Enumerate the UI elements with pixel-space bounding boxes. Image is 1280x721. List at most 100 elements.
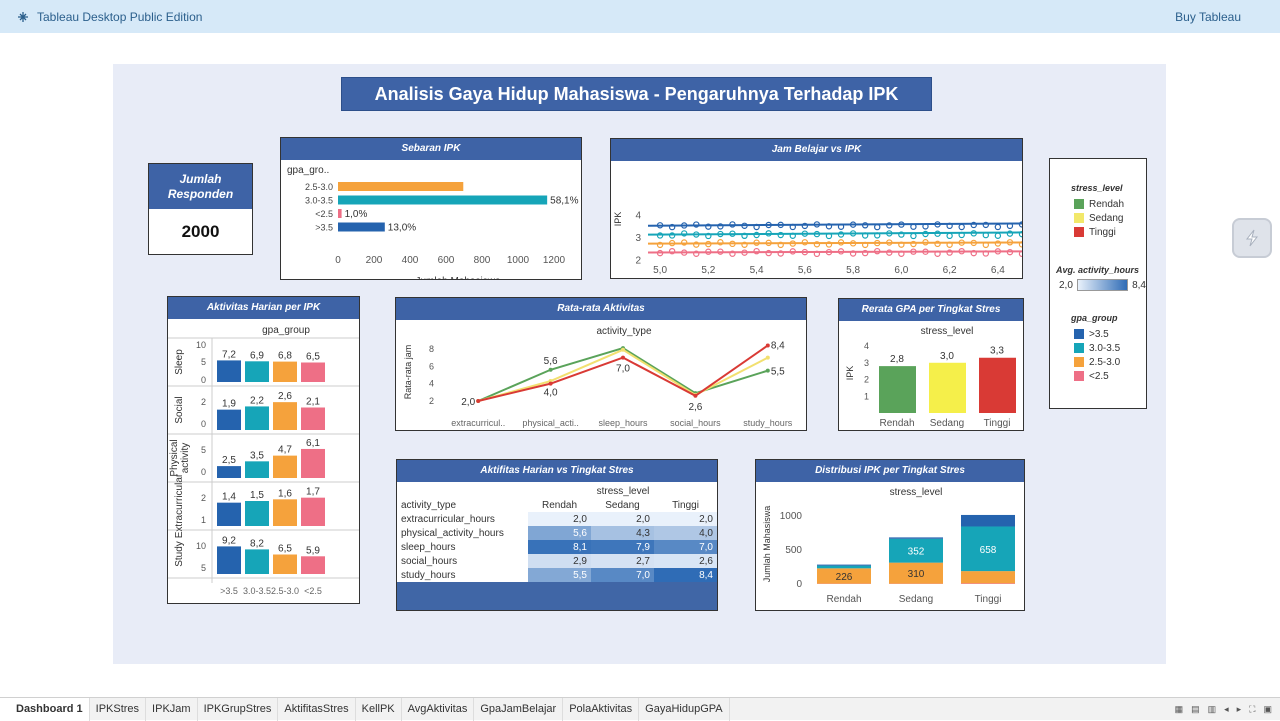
cell-value: 7,9: [636, 542, 650, 553]
filmstrip-icon[interactable]: ▤: [1191, 704, 1200, 715]
jam-belajar-chart: IPK2345,05,25,45,65,86,06,26,4: [611, 161, 1022, 278]
row-header-label: activity_type: [401, 500, 456, 511]
legend-item-2530[interactable]: 2.5-3.0: [1074, 355, 1146, 369]
prev-sheet-icon[interactable]: ◂: [1224, 704, 1229, 715]
row-label: Study: [174, 541, 185, 567]
data-label: 6,9: [250, 350, 264, 361]
x-tick-label: Sedang: [930, 418, 964, 429]
legend-label: 3.0-3.5: [1089, 343, 1120, 354]
x-tick-label: extracurricul..: [451, 418, 505, 428]
legend-item-gt35[interactable]: >3.5: [1074, 327, 1146, 341]
data-label: 3,5: [250, 450, 264, 461]
legend-label: Rendah: [1089, 199, 1124, 210]
grid-view-icon[interactable]: ▦: [1175, 704, 1184, 715]
data-point: [476, 399, 480, 403]
jam-belajar-panel[interactable]: Jam Belajar vs IPK IPK2345,05,25,45,65,8…: [610, 138, 1023, 279]
sheet-tab[interactable]: IPKJam: [146, 698, 198, 721]
sheet-tab[interactable]: GayaHidupGPA: [639, 698, 729, 721]
cell-value: 5,6: [573, 528, 587, 539]
legend-swatch: [1074, 357, 1084, 367]
y-tick-label: 2: [429, 396, 434, 406]
category-label: >3.5: [315, 223, 333, 233]
dimension-label: stress_level: [890, 487, 943, 498]
sebaran-ipk-title: Sebaran IPK: [281, 138, 581, 160]
aktifitas-stres-title: Aktifitas Harian vs Tingkat Stres: [397, 460, 717, 482]
data-point: [995, 224, 1000, 229]
data-label: 2,6: [688, 402, 702, 413]
sheet-tab[interactable]: KellPK: [356, 698, 402, 721]
kpi-card[interactable]: Jumlah Responden 2000: [148, 163, 253, 255]
bar: [338, 209, 342, 218]
row-label: Physical: [169, 439, 180, 476]
y-tick-label: 4: [635, 211, 641, 222]
stacked-bar-segment: [817, 566, 871, 569]
x-tick-label: Sedang: [899, 594, 933, 605]
y-tick-label: 5: [201, 445, 206, 455]
x-tick-label: 6,4: [991, 265, 1005, 276]
data-point: [947, 233, 952, 238]
row-label: extracurricular_hours: [401, 514, 495, 525]
data-label: 8,4: [771, 340, 785, 351]
cell-value: 2,0: [699, 514, 713, 525]
y-tick-label: 10: [196, 541, 206, 551]
bar: [301, 498, 325, 526]
bar: [273, 555, 297, 575]
fullscreen-icon[interactable]: ⛶: [1249, 704, 1255, 715]
rerata-gpa-chart: stress_levelIPK12342,8Rendah3,0Sedang3,3…: [839, 321, 1023, 430]
cell-value: 8,1: [573, 542, 587, 553]
aktifitas-stres-panel[interactable]: Aktifitas Harian vs Tingkat Stres stress…: [396, 459, 718, 611]
sheet-tab[interactable]: IPKStres: [90, 698, 146, 721]
stacked-bar-segment: [961, 515, 1015, 527]
data-label: 8,2: [250, 538, 264, 549]
bar: [273, 362, 297, 382]
sheet-tab[interactable]: AvgAktivitas: [402, 698, 475, 721]
data-label: 6,1: [306, 438, 320, 449]
aktivitas-harian-title: Aktivitas Harian per IPK: [168, 297, 359, 319]
kpi-value: 2000: [149, 209, 252, 255]
legend-item-sedang[interactable]: Sedang: [1074, 211, 1146, 225]
data-label: 58,1%: [550, 196, 578, 207]
rata-aktivitas-panel[interactable]: Rata-rata Aktivitas activity_typeRata-ra…: [395, 297, 807, 431]
bar: [301, 408, 325, 431]
legend-item-rendah[interactable]: Rendah: [1074, 197, 1146, 211]
data-label: 2,0: [461, 397, 475, 408]
y-axis-label: IPK: [845, 366, 855, 381]
bar: [338, 223, 385, 232]
data-label: 1,5: [250, 490, 264, 501]
sheet-tab[interactable]: Dashboard 1: [0, 698, 90, 721]
column-header: Rendah: [542, 500, 577, 511]
present-icon[interactable]: ▣: [1263, 704, 1272, 715]
legend-item-3035[interactable]: 3.0-3.5: [1074, 341, 1146, 355]
distribusi-ipk-panel[interactable]: Distribusi IPK per Tingkat Stres stress_…: [755, 459, 1025, 611]
data-label: 6,5: [306, 352, 320, 363]
y-tick-label: 3: [864, 358, 869, 368]
sheet-tab[interactable]: PolaAktivitas: [563, 698, 639, 721]
cell-value: 4,3: [636, 528, 650, 539]
floating-tool-button[interactable]: [1232, 218, 1272, 258]
row-label: Social: [174, 396, 185, 423]
y-axis-label: Jumlah Mahasiswa: [762, 506, 772, 583]
legend-item-lt25[interactable]: <2.5: [1074, 369, 1146, 383]
bar: [338, 196, 547, 205]
data-point: [766, 369, 770, 373]
y-tick-label: 6: [429, 361, 434, 371]
sebaran-ipk-panel[interactable]: Sebaran IPK gpa_gro..2.5-3.03.0-3.558,1%…: [280, 137, 582, 280]
next-sheet-icon[interactable]: ▸: [1237, 704, 1242, 715]
aktivitas-harian-panel[interactable]: Aktivitas Harian per IPK gpa_groupSleep1…: [167, 296, 360, 604]
legend-gradient-bar: [1077, 279, 1128, 291]
cell-value: 8,4: [699, 570, 713, 581]
x-tick-label: 6,0: [894, 265, 908, 276]
x-tick-label: 5,2: [701, 265, 715, 276]
distribusi-ipk-title: Distribusi IPK per Tingkat Stres: [756, 460, 1024, 482]
rerata-gpa-panel[interactable]: Rerata GPA per Tingkat Stres stress_leve…: [838, 298, 1024, 431]
data-label: 2,8: [890, 354, 904, 365]
buy-tableau-link[interactable]: Buy Tableau: [1175, 10, 1241, 24]
sheet-tab[interactable]: GpaJamBelajar: [474, 698, 563, 721]
list-view-icon[interactable]: ▥: [1208, 704, 1217, 715]
sheet-tab[interactable]: AktifitasStres: [278, 698, 355, 721]
legend-item-tinggi[interactable]: Tinggi: [1074, 225, 1146, 239]
aktivitas-harian-chart: gpa_groupSleep10507,26,96,86,5Social201,…: [168, 319, 359, 603]
sheet-tab[interactable]: IPKGrupStres: [198, 698, 279, 721]
data-label: 4,7: [278, 445, 292, 456]
bar: [245, 406, 269, 430]
